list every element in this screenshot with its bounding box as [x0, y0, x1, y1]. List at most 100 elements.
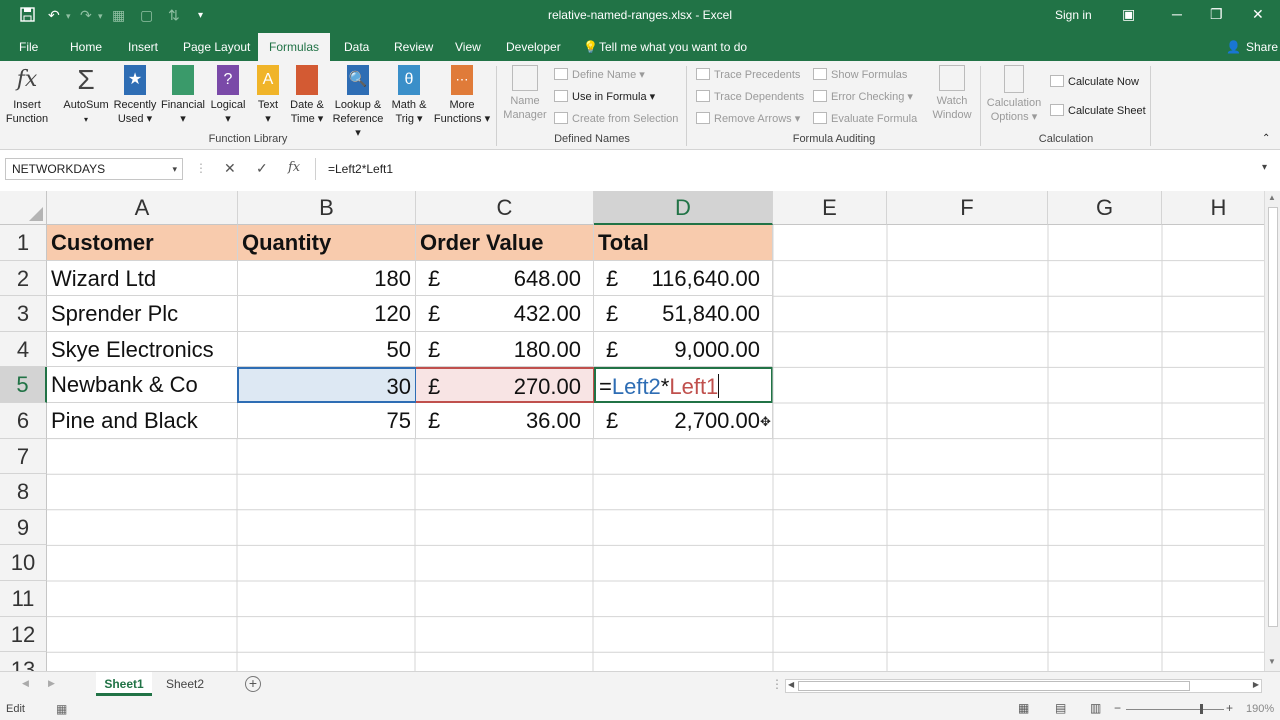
name-manager-button[interactable]: Name Manager — [500, 65, 550, 122]
tab-view[interactable]: View — [455, 40, 481, 54]
zoom-level[interactable]: 190% — [1246, 703, 1274, 715]
logical-button[interactable]: ? Logical ▾ — [207, 65, 249, 126]
evaluate-formula-button[interactable]: Evaluate Formula — [813, 112, 917, 125]
column-header-c[interactable]: C — [416, 191, 594, 225]
insert-function-button[interactable]: fx Insert Function — [4, 65, 50, 126]
sign-in-link[interactable]: Sign in — [1055, 8, 1092, 22]
date-time-button[interactable]: Date & Time ▾ — [287, 65, 327, 126]
tab-formulas[interactable]: Formulas — [258, 33, 330, 61]
row-header-10[interactable]: 10 — [0, 545, 47, 581]
restore-icon[interactable]: ❐ — [1210, 6, 1223, 23]
scroll-down-icon[interactable]: ▼ — [1268, 657, 1276, 666]
row-header-13[interactable]: 13 — [0, 652, 47, 671]
tab-review[interactable]: Review — [394, 40, 433, 54]
enter-icon[interactable]: ✓ — [256, 160, 268, 177]
tab-developer[interactable]: Developer — [506, 40, 561, 54]
financial-button[interactable]: Financial ▾ — [160, 65, 206, 126]
calculation-options-button[interactable]: Calculation Options ▾ — [984, 65, 1044, 124]
row-header-3[interactable]: 3 — [0, 296, 47, 332]
text-button[interactable]: A Text ▾ — [251, 65, 285, 126]
lookup-reference-button[interactable]: 🔍 Lookup & Reference ▾ — [330, 65, 386, 140]
use-in-formula-button[interactable]: Use in Formula ▾ — [554, 90, 655, 103]
trace-dependents-button[interactable]: Trace Dependents — [696, 90, 804, 103]
row-header-8[interactable]: 8 — [0, 474, 47, 510]
column-header-d[interactable]: D — [594, 191, 773, 225]
calculate-now-icon — [1050, 75, 1064, 87]
tab-page-layout[interactable]: Page Layout — [183, 40, 250, 54]
normal-view-icon[interactable]: ▦ — [1018, 701, 1029, 715]
formula-input[interactable]: =Left2*Left1 — [320, 158, 1260, 180]
row-header-5[interactable]: 5 — [0, 367, 47, 403]
person-icon: 👤 — [1226, 40, 1241, 54]
create-from-selection-button[interactable]: Create from Selection — [554, 112, 678, 125]
row-header-9[interactable]: 9 — [0, 509, 47, 546]
column-header-a[interactable]: A — [47, 191, 238, 225]
column-header-g[interactable]: G — [1048, 191, 1162, 225]
scroll-up-icon[interactable]: ▲ — [1268, 193, 1276, 202]
row-header-12[interactable]: 12 — [0, 616, 47, 653]
share-button[interactable]: Share — [1246, 40, 1278, 54]
calculation-group-label: Calculation — [1038, 133, 1094, 145]
sheet-tab-sheet2[interactable]: Sheet2 — [156, 672, 214, 696]
error-checking-button[interactable]: Error Checking ▾ — [813, 90, 913, 103]
page-layout-view-icon[interactable]: ▤ — [1055, 701, 1066, 715]
show-formulas-button[interactable]: Show Formulas — [813, 68, 907, 81]
tab-data[interactable]: Data — [344, 40, 369, 54]
math-trig-button[interactable]: θ Math & Trig ▾ — [388, 65, 430, 126]
expand-formula-bar-icon[interactable]: ▾ — [1262, 162, 1267, 173]
zoom-out-icon[interactable]: − — [1114, 701, 1121, 715]
calculate-sheet-button[interactable]: Calculate Sheet — [1050, 104, 1146, 117]
collapse-ribbon-icon[interactable]: ⌃ — [1262, 133, 1270, 144]
more-functions-button[interactable]: ⋯ More Functions ▾ — [433, 65, 491, 126]
trace-precedents-button[interactable]: Trace Precedents — [696, 68, 800, 81]
autosum-button[interactable]: Σ AutoSum ▾ — [60, 65, 112, 127]
define-name-button[interactable]: Define Name ▾ — [554, 68, 645, 81]
watch-window-button[interactable]: Watch Window — [928, 65, 976, 122]
macro-record-icon[interactable]: ▦ — [56, 702, 67, 716]
page-break-view-icon[interactable]: ▥ — [1090, 701, 1101, 715]
calculate-now-button[interactable]: Calculate Now — [1050, 75, 1139, 88]
column-header-f[interactable]: F — [887, 191, 1048, 225]
tab-split-handle-icon[interactable]: ⋮ — [771, 677, 783, 691]
row-header-4[interactable]: 4 — [0, 331, 47, 368]
vertical-scroll-thumb[interactable] — [1268, 207, 1278, 627]
horizontal-scrollbar[interactable]: ◀ ▶ — [785, 679, 1262, 693]
row-header-7[interactable]: 7 — [0, 438, 47, 475]
math-trig-label: Math & — [391, 99, 427, 111]
tab-home[interactable]: Home — [70, 40, 102, 54]
scroll-right-icon[interactable]: ▶ — [1253, 680, 1259, 689]
close-icon[interactable]: ✕ — [1252, 6, 1264, 23]
zoom-slider-thumb[interactable] — [1200, 704, 1203, 714]
tell-me-box[interactable]: Tell me what you want to do — [599, 40, 747, 54]
insert-function-icon[interactable]: fx — [288, 160, 300, 175]
tab-file[interactable]: File — [19, 40, 38, 54]
column-header-h[interactable]: H — [1162, 191, 1264, 225]
column-header-e[interactable]: E — [773, 191, 887, 225]
row-header-11[interactable]: 11 — [0, 581, 47, 617]
new-sheet-icon[interactable]: + — [245, 676, 261, 692]
vertical-scrollbar[interactable]: ▲ ▼ — [1264, 191, 1280, 671]
zoom-slider[interactable] — [1126, 709, 1224, 710]
minimize-icon[interactable]: ─ — [1172, 6, 1182, 22]
row-header-2[interactable]: 2 — [0, 260, 47, 297]
status-bar: Edit ▦ ▦ ▤ ▥ − + 190% — [0, 699, 1280, 720]
tab-insert[interactable]: Insert — [128, 40, 158, 54]
remove-arrows-button[interactable]: Remove Arrows ▾ — [696, 112, 800, 125]
ribbon-display-icon[interactable]: ▣ — [1122, 6, 1135, 23]
worksheet-grid[interactable]: A B C D E F G H 1 2 3 4 5 6 7 8 9 10 11 … — [0, 191, 1264, 671]
name-box-dropdown-icon[interactable]: ▾ — [172, 159, 177, 179]
sheet-tab-sheet1[interactable]: Sheet1 — [96, 672, 152, 696]
row-header-6[interactable]: 6 — [0, 403, 47, 439]
column-header-b[interactable]: B — [238, 191, 416, 225]
formula-bar-grip-icon[interactable]: ⋮ — [195, 161, 207, 175]
scroll-left-icon[interactable]: ◀ — [788, 680, 794, 689]
cancel-icon[interactable]: ✕ — [224, 160, 236, 177]
row-header-1[interactable]: 1 — [0, 225, 47, 261]
select-all-button[interactable] — [0, 191, 47, 225]
recently-used-button[interactable]: ★ Recently Used ▾ — [112, 65, 158, 126]
horizontal-scroll-thumb[interactable] — [798, 681, 1190, 691]
next-sheet-icon[interactable]: ▶ — [48, 678, 55, 689]
zoom-in-icon[interactable]: + — [1226, 701, 1233, 715]
name-box[interactable]: NETWORKDAYS ▾ — [5, 158, 183, 180]
prev-sheet-icon[interactable]: ◀ — [22, 678, 29, 689]
